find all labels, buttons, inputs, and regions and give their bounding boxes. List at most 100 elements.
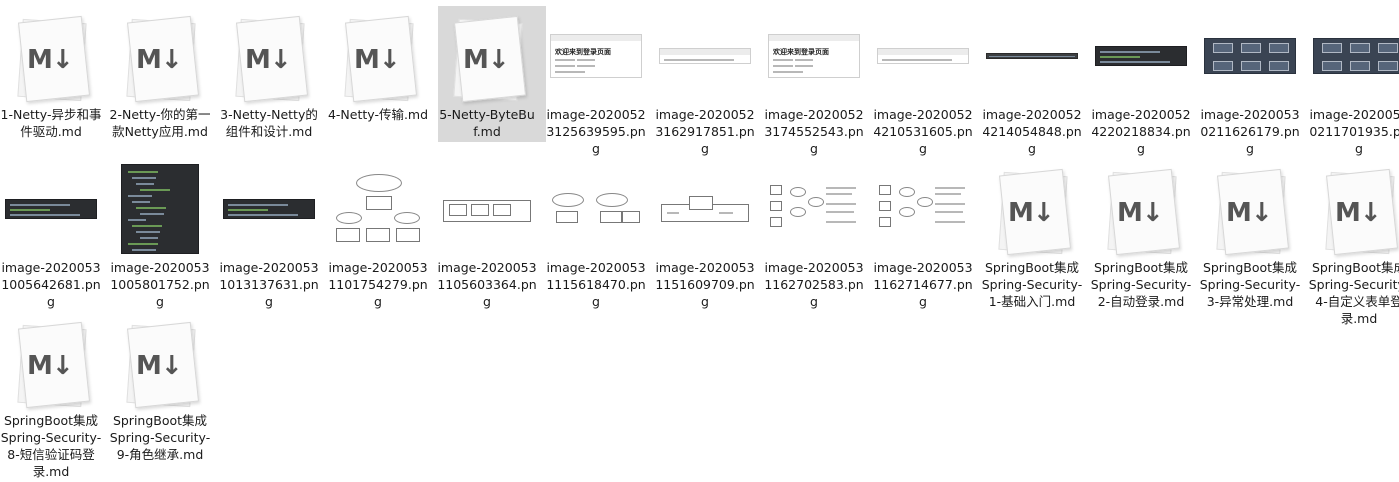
image-thumbnail — [5, 199, 97, 219]
image-file[interactable]: image-20200531115618470.png — [546, 159, 646, 309]
image-file[interactable]: image-20200524220218834.png — [1091, 6, 1191, 156]
image-thumbnail — [877, 181, 969, 237]
file-thumbnail — [1094, 6, 1188, 106]
file-thumbnail — [1312, 6, 1399, 106]
markdown-mark: M↓ — [354, 45, 401, 75]
image-thumbnail — [877, 48, 969, 64]
image-file[interactable]: 欢迎来到登录页面 image-20200523174552543.png — [764, 6, 864, 156]
markdown-file-icon: M↓ — [17, 321, 91, 409]
markdown-mark: M↓ — [27, 351, 74, 381]
image-file[interactable]: image-20200531105603364.png — [437, 159, 537, 309]
file-name-label: image-20200531115618470.png — [546, 260, 646, 309]
file-name-label: image-20200530211701935.png — [1309, 107, 1399, 156]
markdown-mark: M↓ — [136, 351, 183, 381]
image-file[interactable]: image-20200531162702583.png — [764, 159, 864, 309]
markdown-mark: M↓ — [1008, 198, 1055, 228]
thumbnail-title: 欢迎来到登录页面 — [555, 48, 611, 56]
markdown-file[interactable]: M↓ SpringBoot集成Spring-Security-4-自定义表单登录.… — [1309, 159, 1399, 326]
file-name-label: image-20200531162714677.png — [873, 260, 973, 309]
file-thumbnail — [985, 6, 1079, 106]
markdown-mark: M↓ — [463, 45, 510, 75]
file-thumbnail: M↓ — [1094, 159, 1188, 259]
file-name-label: SpringBoot集成Spring-Security-1-基础入门.md — [981, 260, 1083, 309]
image-file[interactable]: image-20200531151609709.png — [655, 159, 755, 309]
markdown-file[interactable]: M↓ SpringBoot集成Spring-Security-2-自动登录.md — [1091, 159, 1191, 309]
image-file[interactable]: image-20200531101754279.png — [328, 159, 428, 309]
markdown-file[interactable]: M↓ SpringBoot集成Spring-Security-8-短信验证码登录.… — [1, 312, 101, 479]
file-thumbnail — [222, 159, 316, 259]
file-name-label: image-20200531101754279.png — [328, 260, 428, 309]
image-file[interactable]: image-20200531162714677.png — [873, 159, 973, 309]
markdown-file[interactable]: M↓ SpringBoot集成Spring-Security-3-异常处理.md — [1200, 159, 1300, 309]
file-thumbnail — [1203, 6, 1297, 106]
file-thumbnail — [876, 159, 970, 259]
thumbnail-title: 欢迎来到登录页面 — [773, 48, 829, 56]
file-thumbnail: M↓ — [4, 6, 98, 106]
file-name-label: image-20200531162702583.png — [764, 260, 864, 309]
file-name-label: image-20200523162917851.png — [655, 107, 755, 156]
file-name-label: SpringBoot集成Spring-Security-3-异常处理.md — [1199, 260, 1301, 309]
image-thumbnail — [550, 189, 642, 229]
image-thumbnail — [332, 172, 424, 246]
image-file[interactable]: image-20200530211626179.png — [1200, 6, 1300, 156]
markdown-file[interactable]: M↓ SpringBoot集成Spring-Security-9-角色继承.md — [110, 312, 210, 462]
file-name-label: SpringBoot集成Spring-Security-9-角色继承.md — [109, 413, 211, 462]
image-file[interactable]: image-20200531005642681.png — [1, 159, 101, 309]
file-name-label: image-20200523125639595.png — [546, 107, 646, 156]
file-thumbnail: 欢迎来到登录页面 — [549, 6, 643, 106]
image-thumbnail — [659, 194, 751, 224]
image-file[interactable]: image-20200523162917851.png — [655, 6, 755, 156]
markdown-file[interactable]: M↓ 4-Netty-传输.md — [328, 6, 428, 156]
markdown-file-icon: M↓ — [998, 168, 1072, 256]
markdown-file[interactable]: M↓ 3-Netty-Netty的组件和设计.md — [220, 6, 318, 156]
markdown-file-icon: M↓ — [344, 15, 418, 103]
file-thumbnail: M↓ — [222, 6, 316, 106]
file-name-label: image-20200531105603364.png — [437, 260, 537, 309]
file-thumbnail: M↓ — [331, 6, 425, 106]
image-file[interactable]: image-20200531005801752.png — [110, 159, 210, 309]
file-name-label: 1-Netty-异步和事件驱动.md — [0, 107, 102, 139]
markdown-mark: M↓ — [27, 45, 74, 75]
file-name-label: 4-Netty-传输.md — [327, 107, 429, 122]
file-thumbnail: M↓ — [4, 312, 98, 412]
file-name-label: 2-Netty-你的第一款Netty应用.md — [109, 107, 211, 139]
markdown-mark: M↓ — [245, 45, 292, 75]
file-name-label: SpringBoot集成Spring-Security-4-自定义表单登录.md — [1308, 260, 1399, 326]
image-thumbnail — [768, 181, 860, 237]
file-thumbnail — [4, 159, 98, 259]
markdown-mark: M↓ — [1226, 198, 1273, 228]
image-thumbnail — [441, 194, 533, 224]
file-thumbnail — [658, 6, 752, 106]
file-thumbnail — [767, 159, 861, 259]
markdown-file[interactable]: M↓ 2-Netty-你的第一款Netty应用.md — [110, 6, 211, 156]
image-file[interactable]: image-20200524210531605.png — [873, 6, 973, 156]
markdown-file-icon: M↓ — [1107, 168, 1181, 256]
markdown-mark: M↓ — [1117, 198, 1164, 228]
image-file[interactable]: image-20200524214054848.png — [982, 6, 1082, 156]
file-thumbnail — [440, 159, 534, 259]
file-thumbnail: M↓ — [1203, 159, 1297, 259]
markdown-mark: M↓ — [1335, 198, 1382, 228]
markdown-file[interactable]: M↓ 5-Netty-ByteBuf.md — [438, 6, 546, 156]
file-name-label: image-20200531151609709.png — [655, 260, 755, 309]
file-name-label: SpringBoot集成Spring-Security-8-短信验证码登录.md — [0, 413, 102, 479]
image-thumbnail — [121, 164, 199, 254]
image-file[interactable]: 欢迎来到登录页面 image-20200523125639595.png — [546, 6, 646, 156]
file-name-label: SpringBoot集成Spring-Security-2-自动登录.md — [1090, 260, 1192, 309]
image-file[interactable]: image-20200530211701935.png — [1309, 6, 1399, 156]
file-grid: M↓ 1-Netty-异步和事件驱动.md M↓ 2-Netty-你的第一款Netty… — [0, 0, 1399, 482]
image-thumbnail: 欢迎来到登录页面 — [768, 34, 860, 78]
markdown-file-icon: M↓ — [1216, 168, 1290, 256]
file-name-label: 5-Netty-ByteBuf.md — [439, 107, 535, 139]
image-thumbnail — [1313, 38, 1399, 74]
image-thumbnail — [659, 48, 751, 64]
file-thumbnail: 欢迎来到登录页面 — [767, 6, 861, 106]
file-thumbnail — [331, 159, 425, 259]
markdown-mark: M↓ — [136, 45, 183, 75]
file-name-label: image-20200523174552543.png — [764, 107, 864, 156]
image-file[interactable]: image-20200531013137631.png — [219, 159, 319, 309]
file-thumbnail: M↓ — [440, 6, 534, 106]
markdown-file[interactable]: M↓ 1-Netty-异步和事件驱动.md — [1, 6, 102, 156]
markdown-file[interactable]: M↓ SpringBoot集成Spring-Security-1-基础入门.md — [982, 159, 1082, 309]
file-name-label: image-20200524214054848.png — [982, 107, 1082, 156]
